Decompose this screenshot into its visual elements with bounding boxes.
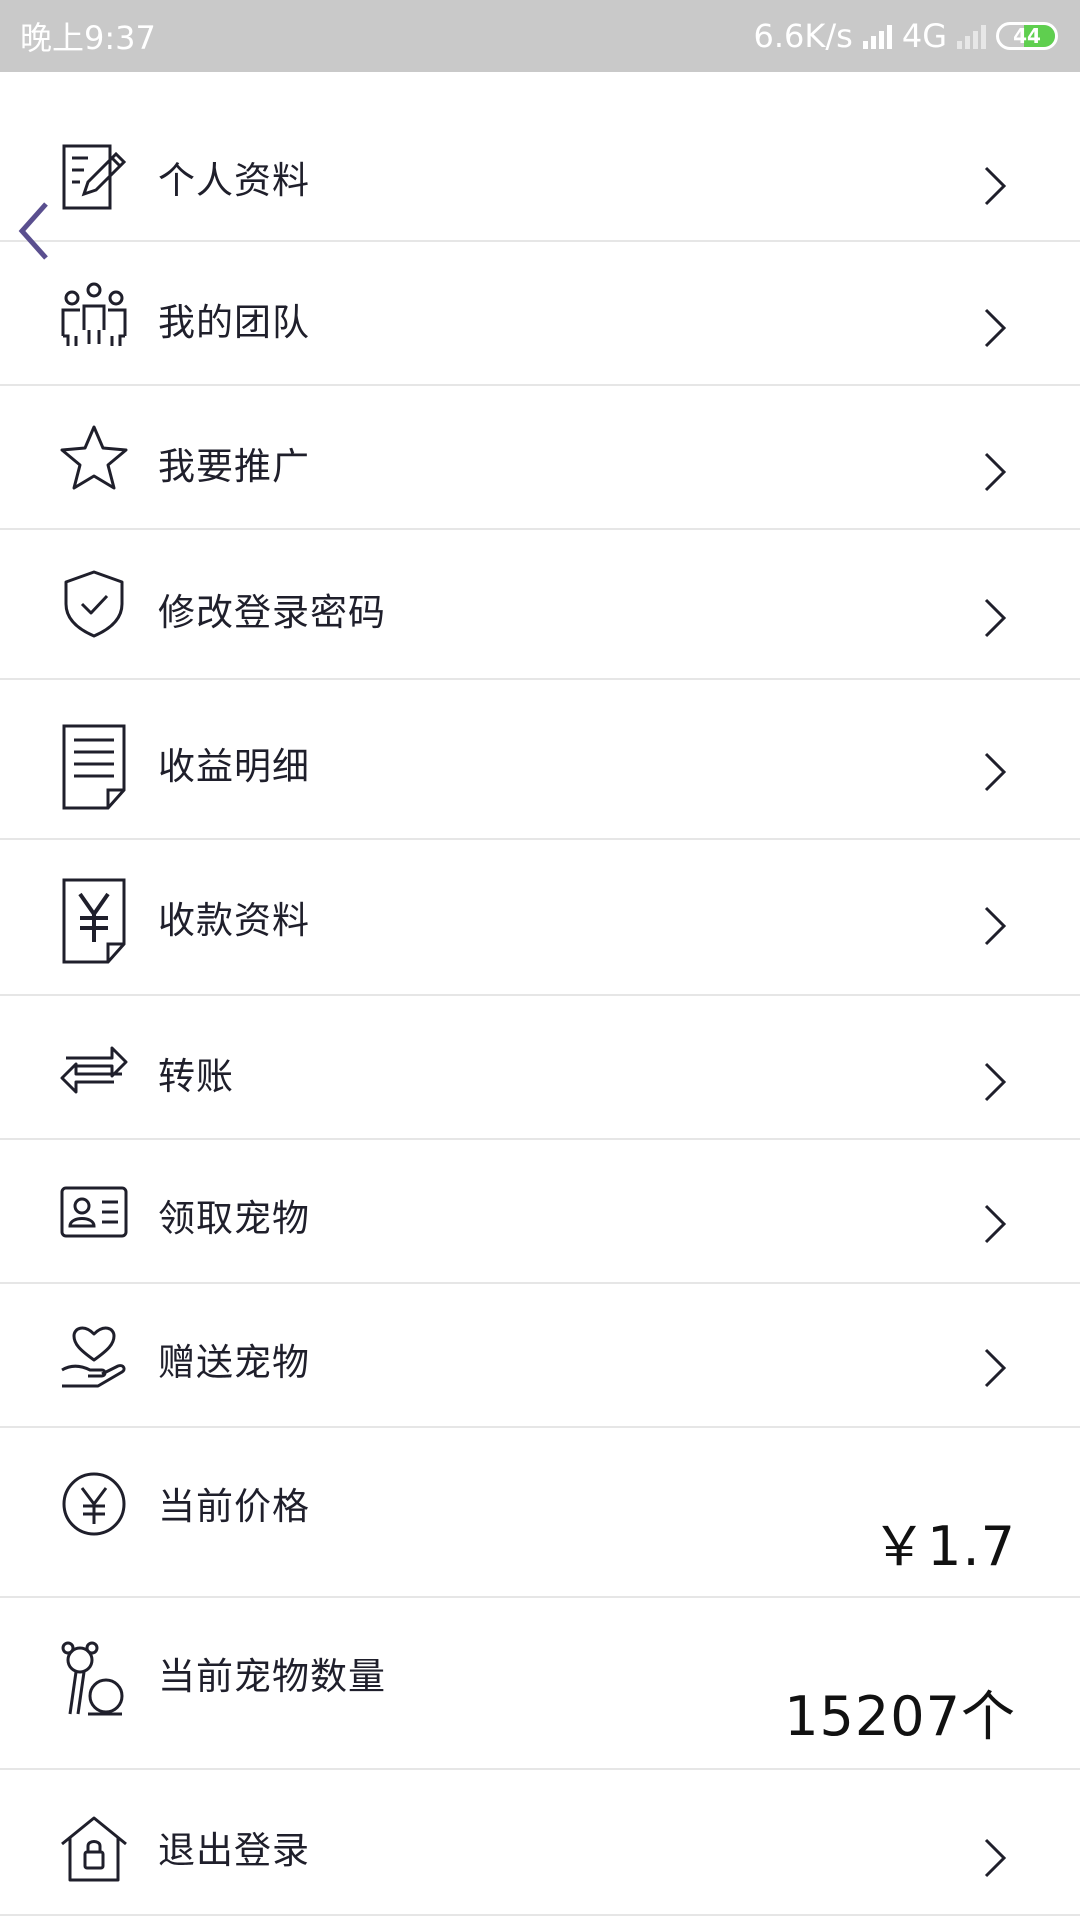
status-time: 晚上9:37: [20, 19, 156, 57]
battery-level: 44: [1013, 24, 1041, 48]
chevron-right-icon: [984, 1062, 1007, 1102]
menu-item-earnings-details[interactable]: 收益明细: [0, 680, 1080, 840]
network-speed: 6.6K/s: [753, 17, 853, 55]
home-lock-icon: [58, 1812, 130, 1884]
menu-item-label: 当前宠物数量: [158, 1655, 386, 1698]
status-bar: 晚上9:37 6.6K/s 4G 44: [0, 0, 1080, 72]
menu-item-gift-pet[interactable]: 赠送宠物: [0, 1284, 1080, 1428]
edit-icon: [58, 142, 130, 214]
menu-item-label: 我要推广: [158, 445, 310, 488]
yuan-circle-icon: [58, 1468, 130, 1540]
menu-item-label: 个人资料: [158, 159, 310, 202]
menu-item-change-password[interactable]: 修改登录密码: [0, 530, 1080, 680]
menu-item-label: 收益明细: [158, 745, 310, 788]
signal-secondary-icon: [957, 23, 986, 49]
chevron-right-icon: [984, 598, 1007, 638]
menu-item-profile[interactable]: 个人资料: [0, 72, 1080, 242]
transfer-icon: [58, 1030, 130, 1102]
document-icon: [58, 722, 130, 812]
chevron-right-icon: [984, 1838, 1007, 1878]
chevron-right-icon: [984, 308, 1007, 348]
star-icon: [58, 422, 130, 494]
menu-item-label: 收款资料: [158, 899, 310, 942]
team-icon: [58, 278, 130, 350]
menu-item-label: 修改登录密码: [158, 591, 386, 634]
pet-count-value: 15207个: [784, 1685, 1016, 1748]
shield-icon: [58, 568, 130, 640]
chevron-right-icon: [984, 1348, 1007, 1388]
menu-item-transfer[interactable]: 转账: [0, 996, 1080, 1140]
menu-item-label: 领取宠物: [158, 1197, 310, 1240]
chevron-right-icon: [984, 906, 1007, 946]
menu-item-payment-info[interactable]: 收款资料: [0, 840, 1080, 996]
menu-item-claim-pet[interactable]: 领取宠物: [0, 1140, 1080, 1284]
menu-item-label: 当前价格: [158, 1485, 310, 1528]
menu-item-pet-count: 当前宠物数量 15207个: [0, 1598, 1080, 1770]
heart-hand-icon: [58, 1320, 130, 1392]
battery-icon: 44: [996, 22, 1058, 50]
menu-item-label: 赠送宠物: [158, 1341, 310, 1384]
chevron-right-icon: [984, 1204, 1007, 1244]
id-card-icon: [58, 1176, 130, 1248]
chevron-right-icon: [984, 166, 1007, 206]
pet-icon: [58, 1638, 130, 1718]
status-right: 6.6K/s 4G 44: [754, 17, 1058, 55]
yuan-document-icon: [58, 876, 130, 966]
menu-item-team[interactable]: 我的团队: [0, 242, 1080, 386]
signal-icon: [862, 23, 892, 49]
chevron-right-icon: [984, 752, 1007, 792]
current-price-value: ￥1.7: [872, 1515, 1016, 1578]
menu-item-label: 转账: [158, 1055, 234, 1098]
menu-item-label: 我的团队: [158, 301, 310, 344]
menu-item-promote[interactable]: 我要推广: [0, 386, 1080, 530]
network-type: 4G: [901, 17, 947, 55]
chevron-right-icon: [984, 452, 1007, 492]
menu-item-current-price: 当前价格 ￥1.7: [0, 1428, 1080, 1598]
settings-menu: 个人资料 我的团队 我要推广 修改登录密码 收益明细 收款资料 转账 领取宠物 …: [0, 72, 1080, 1916]
back-chevron-icon[interactable]: [16, 200, 52, 262]
menu-item-label: 退出登录: [158, 1829, 310, 1872]
menu-item-logout[interactable]: 退出登录: [0, 1770, 1080, 1916]
